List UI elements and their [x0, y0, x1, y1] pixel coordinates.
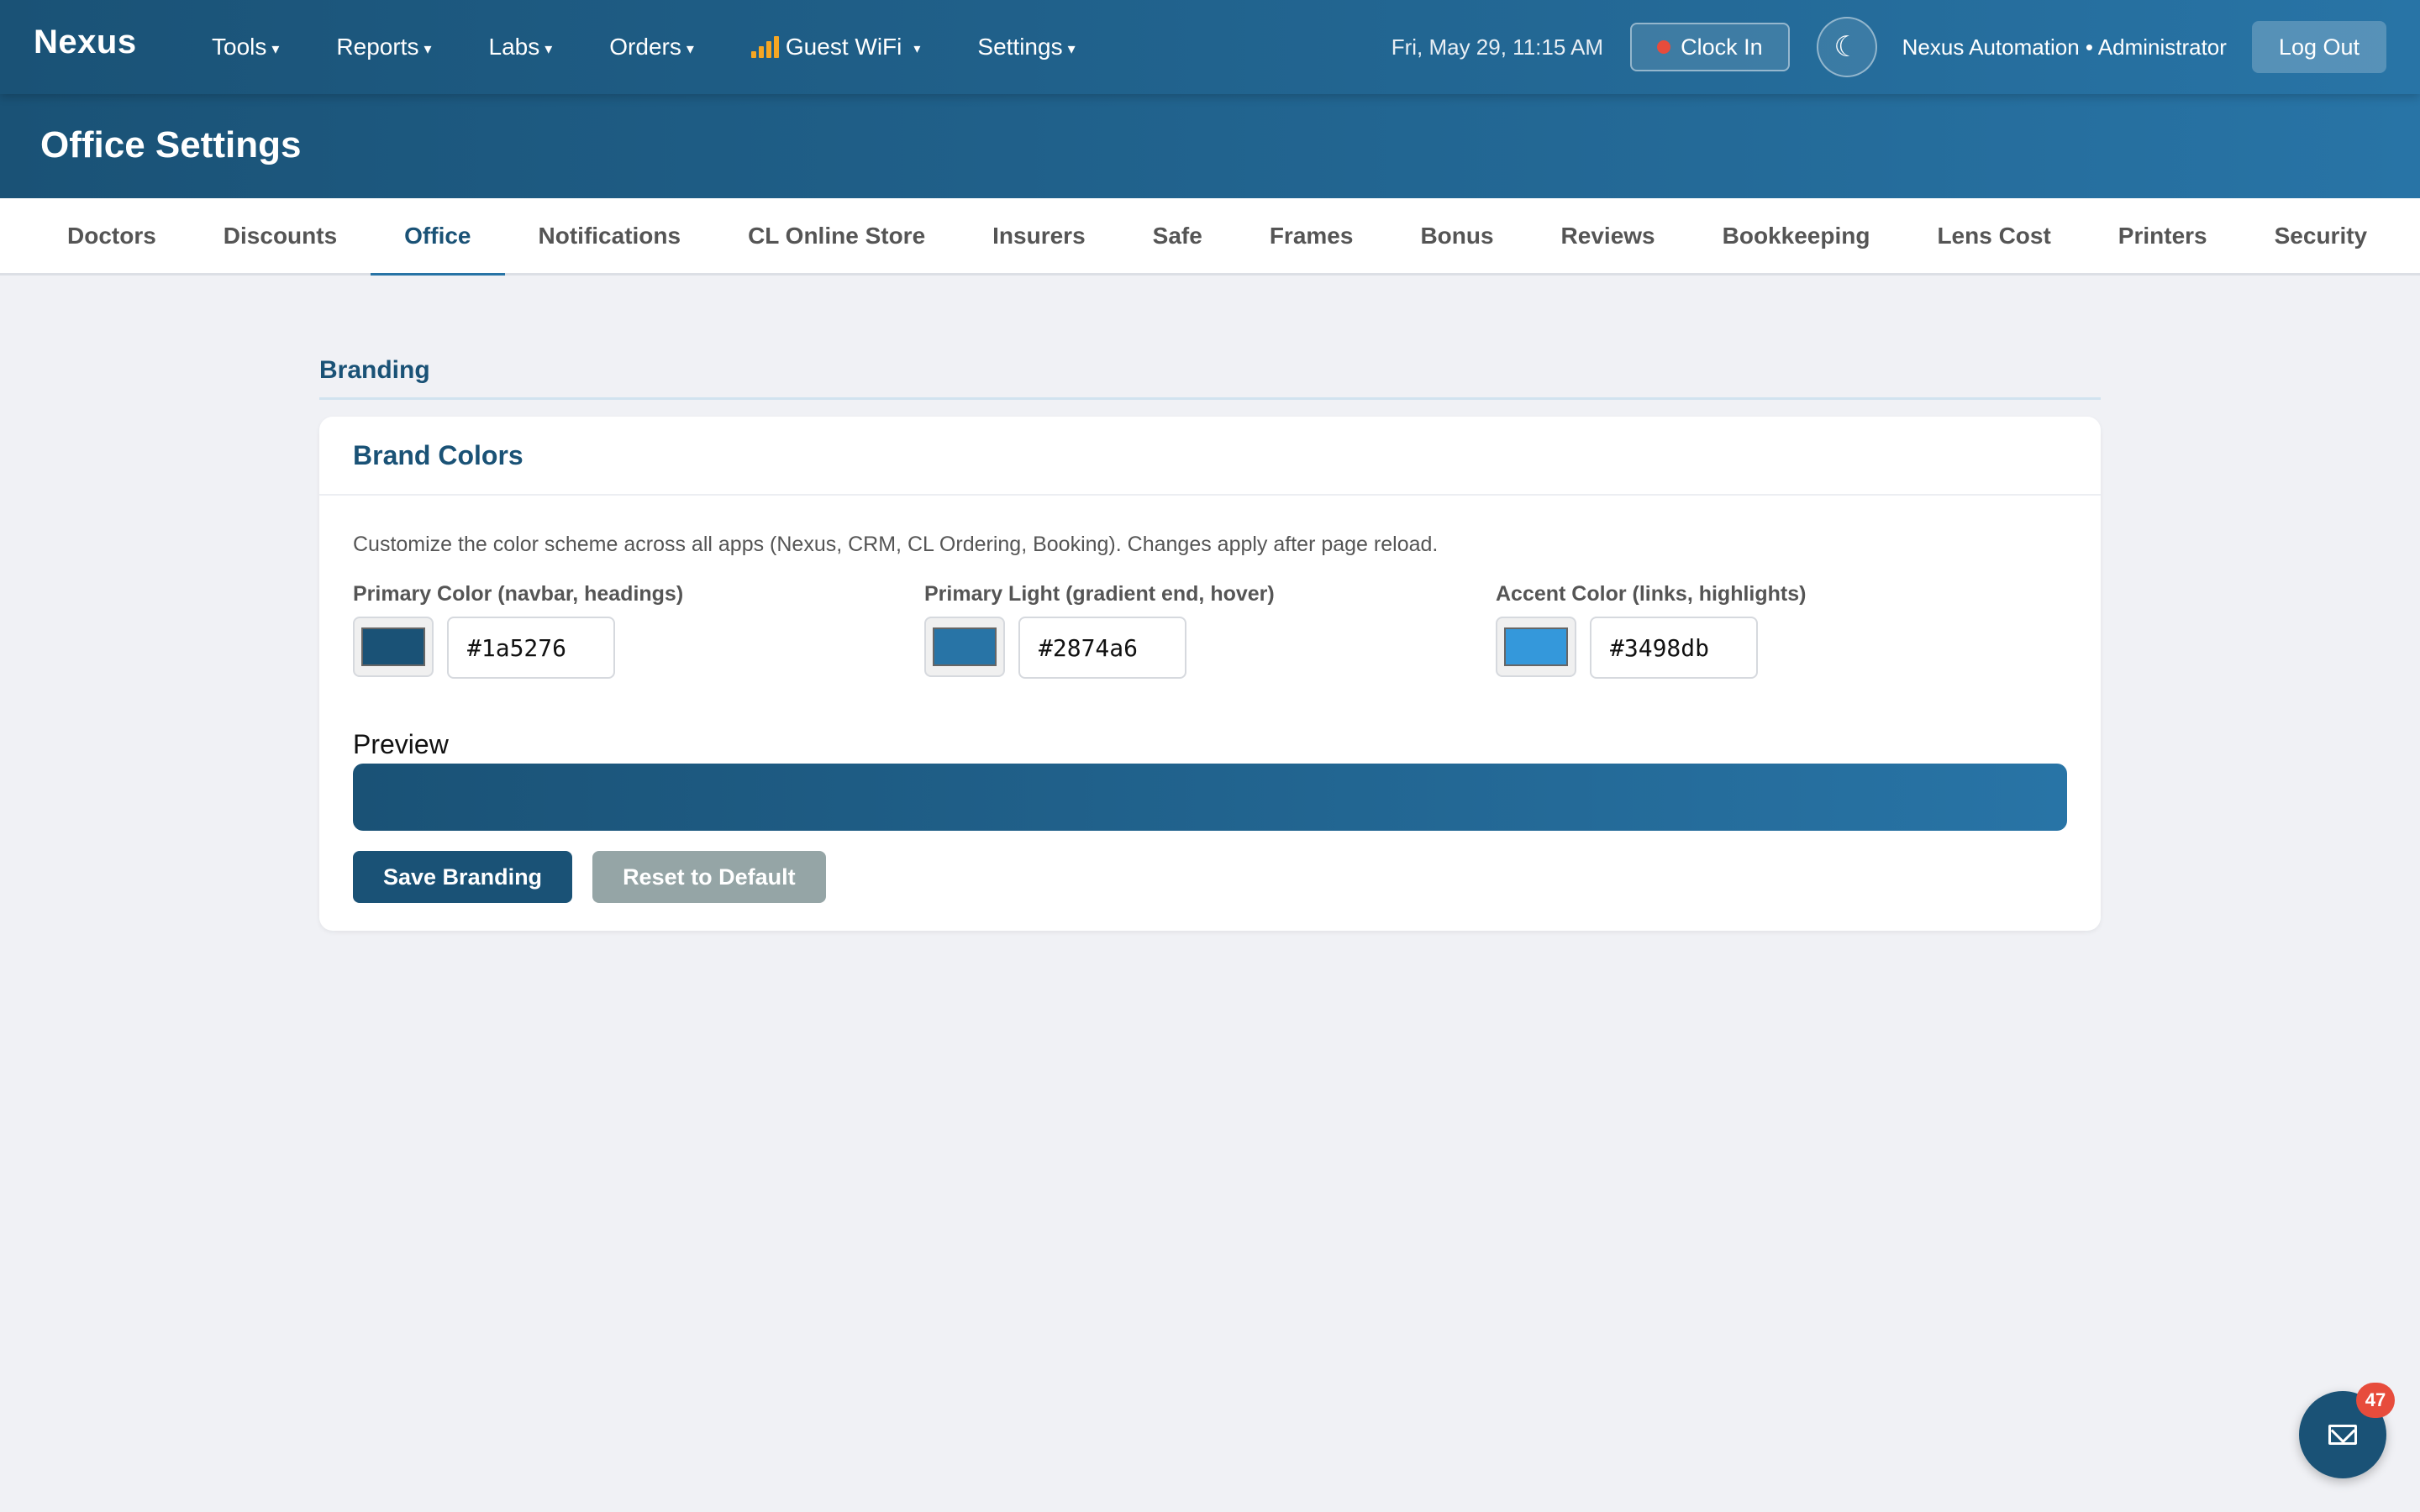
section-heading-branding: Branding: [319, 356, 2101, 400]
tab-bookkeeping[interactable]: Bookkeeping: [1689, 198, 1904, 276]
current-datetime: Fri, May 29, 11:15 AM: [1391, 34, 1604, 60]
caret-down-icon: ▾: [1067, 39, 1076, 57]
messages-fab-button[interactable]: 47: [2299, 1383, 2395, 1478]
preview-gradient-bar: [353, 764, 2067, 831]
primary-light-picker[interactable]: [924, 617, 1005, 677]
primary-light-swatch: [933, 627, 997, 666]
wifi-signal-icon: [750, 36, 779, 58]
theme-toggle-button[interactable]: ☾: [1816, 17, 1877, 77]
color-fields-row: Primary Color (navbar, headings) Primary…: [353, 582, 2067, 679]
primary-light-group: Primary Light (gradient end, hover): [924, 582, 1496, 679]
card-title: Brand Colors: [353, 439, 523, 470]
tab-office[interactable]: Office: [371, 198, 505, 276]
nav-reports-menu[interactable]: Reports ▾: [336, 34, 431, 60]
primary-light-label: Primary Light (gradient end, hover): [924, 582, 1275, 606]
clock-in-label: Clock In: [1681, 34, 1763, 60]
card-body: Customize the color scheme across all ap…: [319, 496, 2101, 903]
clock-status-dot-icon: [1657, 40, 1671, 54]
tab-lens-cost[interactable]: Lens Cost: [1903, 198, 2084, 276]
tab-bonus[interactable]: Bonus: [1386, 198, 1527, 276]
main-menu: Tools ▾ Reports ▾ Labs ▾ Orders ▾ Guest …: [212, 0, 1133, 94]
unread-count-badge: 47: [2356, 1383, 2395, 1418]
nav-labs-menu[interactable]: Labs ▾: [489, 34, 553, 60]
primary-color-label: Primary Color (navbar, headings): [353, 582, 684, 606]
nav-tools-label: Tools: [212, 34, 267, 60]
primary-color-swatch: [361, 627, 425, 666]
caret-down-icon: ▾: [686, 39, 694, 57]
tab-discounts[interactable]: Discounts: [190, 198, 371, 276]
nav-reports-label: Reports: [336, 34, 419, 60]
accent-color-label: Accent Color (links, highlights): [1496, 582, 1807, 606]
nav-settings-menu[interactable]: Settings ▾: [977, 34, 1075, 60]
navbar-right: Fri, May 29, 11:15 AM Clock In ☾ Nexus A…: [1392, 0, 2386, 94]
caret-down-icon: ▾: [913, 42, 921, 56]
reset-default-button[interactable]: Reset to Default: [592, 851, 826, 903]
preview-label: Preview: [353, 729, 449, 759]
tab-cl-online-store[interactable]: CL Online Store: [714, 198, 959, 276]
card-header: Brand Colors: [319, 417, 2101, 496]
page-title: Office Settings: [40, 124, 302, 165]
tab-doctors[interactable]: Doctors: [34, 198, 190, 276]
action-buttons: Save Branding Reset to Default: [353, 851, 2067, 903]
accent-color-inputs: [1496, 617, 2067, 679]
primary-color-hex-input[interactable]: [447, 617, 615, 679]
top-navbar: Nexus Tools ▾ Reports ▾ Labs ▾ Orders ▾ …: [0, 0, 2420, 94]
mail-icon: [2328, 1425, 2357, 1445]
nav-guest-wifi-menu[interactable]: Guest WiFi ▾: [750, 34, 921, 60]
caret-down-icon: ▾: [424, 39, 432, 57]
tab-security[interactable]: Security: [2241, 198, 2402, 276]
tab-printers[interactable]: Printers: [2085, 198, 2241, 276]
brand-colors-card: Brand Colors Customize the color scheme …: [319, 417, 2101, 931]
tab-safe[interactable]: Safe: [1119, 198, 1236, 276]
nav-tools-menu[interactable]: Tools ▾: [212, 34, 279, 60]
save-branding-button[interactable]: Save Branding: [353, 851, 573, 903]
primary-color-picker[interactable]: [353, 617, 434, 677]
page-header: Office Settings: [0, 94, 2420, 198]
accent-color-swatch: [1504, 627, 1568, 666]
nav-orders-label: Orders: [609, 34, 681, 60]
caret-down-icon: ▾: [544, 39, 553, 57]
moon-icon: ☾: [1833, 31, 1860, 63]
nav-orders-menu[interactable]: Orders ▾: [609, 34, 694, 60]
settings-tabs: Doctors Discounts Office Notifications C…: [0, 198, 2420, 276]
accent-color-picker[interactable]: [1496, 617, 1576, 677]
nav-guest-wifi-label: Guest WiFi: [785, 34, 902, 60]
card-description: Customize the color scheme across all ap…: [353, 533, 1439, 556]
tab-reviews[interactable]: Reviews: [1528, 198, 1689, 276]
primary-light-inputs: [924, 617, 1496, 679]
user-info: Nexus Automation • Administrator: [1902, 34, 2227, 60]
clock-in-button[interactable]: Clock In: [1630, 23, 1790, 71]
nav-labs-label: Labs: [488, 34, 540, 60]
logout-button[interactable]: Log Out: [2251, 21, 2386, 73]
primary-color-group: Primary Color (navbar, headings): [353, 582, 924, 679]
tab-notifications[interactable]: Notifications: [505, 198, 715, 276]
nav-settings-label: Settings: [977, 34, 1063, 60]
caret-down-icon: ▾: [271, 39, 280, 57]
primary-color-inputs: [353, 617, 924, 679]
accent-color-group: Accent Color (links, highlights): [1496, 582, 2067, 679]
primary-light-hex-input[interactable]: [1018, 617, 1186, 679]
tab-frames[interactable]: Frames: [1236, 198, 1387, 276]
accent-color-hex-input[interactable]: [1590, 617, 1758, 679]
tab-insurers[interactable]: Insurers: [959, 198, 1119, 276]
brand-logo[interactable]: Nexus: [34, 24, 137, 61]
